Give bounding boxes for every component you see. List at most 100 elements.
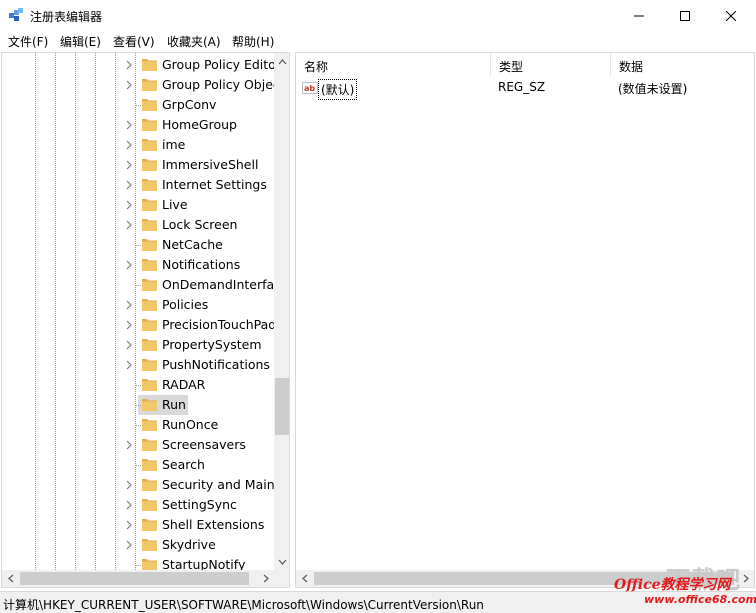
maximize-button[interactable] [662, 0, 708, 31]
minimize-button[interactable] [616, 0, 662, 31]
column-header-type[interactable]: 类型 [491, 53, 611, 77]
tree-item[interactable]: ImmersiveShell [2, 155, 274, 175]
tree-item[interactable]: Search [2, 455, 274, 475]
folder-icon [142, 459, 157, 471]
expand-chevron-icon[interactable] [124, 199, 134, 211]
menu-bar: 文件(F) 编辑(E) 查看(V) 收藏夹(A) 帮助(H) [0, 31, 756, 51]
tree-item[interactable]: Lock Screen [2, 215, 274, 235]
expand-chevron-icon[interactable] [124, 499, 134, 511]
expand-chevron-icon[interactable] [124, 539, 134, 551]
tree-item[interactable]: Security and Maintenance [2, 475, 274, 495]
expand-chevron-icon[interactable] [124, 479, 134, 491]
tree-item-label: ime [162, 137, 186, 152]
window-title: 注册表编辑器 [30, 10, 103, 24]
registry-values-pane[interactable]: 名称 类型 数据 ab (默认) REG_SZ (数值未设置) [295, 52, 755, 588]
tree-item-label: Screensavers [162, 437, 246, 452]
tree-vertical-scrollbar[interactable] [274, 53, 289, 570]
folder-icon [142, 159, 157, 171]
folder-icon [142, 59, 157, 71]
tree-item[interactable]: Shell Extensions [2, 515, 274, 535]
scroll-left-button[interactable] [2, 570, 19, 587]
tree-item[interactable]: HomeGroup [2, 115, 274, 135]
expand-chevron-icon[interactable] [124, 339, 134, 351]
tree-item-label: ImmersiveShell [162, 157, 259, 172]
tree-item-label: Policies [162, 297, 209, 312]
tree-item[interactable]: Group Policy Editor [2, 55, 274, 75]
tree-item[interactable]: Notifications [2, 255, 274, 275]
tree-item-label: PrecisionTouchPad [162, 317, 274, 332]
folder-icon [142, 519, 157, 531]
folder-icon [142, 499, 157, 511]
tree-item[interactable]: Internet Settings [2, 175, 274, 195]
tree-item[interactable]: RADAR [2, 375, 274, 395]
tree-horizontal-scroll-thumb[interactable] [20, 572, 249, 585]
registry-tree[interactable]: Group Policy Editor Group Policy Objects G… [2, 53, 274, 570]
watermark: 下载吧 Office教程学习网 www.office68.com [612, 560, 756, 610]
tree-item[interactable]: RunOnce [2, 415, 274, 435]
expand-chevron-icon[interactable] [124, 219, 134, 231]
tree-vertical-scroll-thumb[interactable] [275, 378, 289, 435]
tree-item-label: PushNotifications [162, 357, 270, 372]
scroll-left-button[interactable] [296, 570, 313, 587]
tree-item[interactable]: Skydrive [2, 535, 274, 555]
maximize-icon [680, 10, 690, 21]
tree-item-label: Security and Maintenance [162, 477, 274, 492]
tree-item[interactable]: GrpConv [2, 95, 274, 115]
expand-chevron-icon[interactable] [124, 439, 134, 451]
tree-item[interactable]: NetCache [2, 235, 274, 255]
tree-item[interactable]: ime [2, 135, 274, 155]
menu-favorites[interactable]: 收藏夹(A) [165, 33, 223, 50]
tree-item[interactable]: PushNotifications [2, 355, 274, 375]
tree-item[interactable]: Screensavers [2, 435, 274, 455]
expand-chevron-icon[interactable] [124, 299, 134, 311]
folder-icon [142, 379, 157, 391]
registry-tree-pane[interactable]: Group Policy Editor Group Policy Objects G… [1, 52, 290, 588]
expand-chevron-icon[interactable] [124, 159, 134, 171]
tree-item[interactable]: Group Policy Objects [2, 75, 274, 95]
title-bar[interactable]: 注册表编辑器 [0, 0, 756, 31]
value-row[interactable]: ab (默认) REG_SZ (数值未设置) [296, 78, 754, 100]
folder-icon [142, 299, 157, 311]
folder-icon [142, 339, 157, 351]
tree-item[interactable]: Live [2, 195, 274, 215]
tree-item[interactable]: StartupNotify [2, 555, 274, 570]
expand-chevron-icon[interactable] [124, 519, 134, 531]
tree-item[interactable]: PropertySystem [2, 335, 274, 355]
minimize-icon [634, 15, 644, 16]
expand-chevron-icon[interactable] [124, 319, 134, 331]
expand-chevron-icon[interactable] [124, 259, 134, 271]
tree-item-label: Run [162, 397, 186, 412]
tree-item-label: Live [162, 197, 188, 212]
tree-item-label: Shell Extensions [162, 517, 265, 532]
menu-file[interactable]: 文件(F) [6, 33, 50, 50]
expand-chevron-icon[interactable] [124, 179, 134, 191]
expand-chevron-icon[interactable] [124, 59, 134, 71]
expand-chevron-icon[interactable] [124, 139, 134, 151]
chevron-up-icon [278, 58, 287, 64]
tree-item[interactable]: SettingSync [2, 495, 274, 515]
registry-editor-icon [9, 8, 23, 21]
scroll-up-button[interactable] [274, 53, 289, 70]
tree-item-label: Search [162, 457, 205, 472]
tree-item[interactable]: Policies [2, 295, 274, 315]
column-header-name[interactable]: 名称 [296, 53, 491, 77]
column-header-data[interactable]: 数据 [611, 53, 754, 77]
menu-edit[interactable]: 编辑(E) [58, 33, 103, 50]
scroll-down-button[interactable] [274, 553, 289, 570]
expand-chevron-icon[interactable] [124, 359, 134, 371]
scroll-right-button[interactable] [257, 570, 274, 587]
value-name[interactable]: (默认) [318, 79, 358, 100]
menu-view[interactable]: 查看(V) [111, 33, 157, 50]
registry-path: 计算机\HKEY_CURRENT_USER\SOFTWARE\Microsoft… [3, 598, 484, 612]
close-button[interactable] [708, 0, 754, 31]
tree-item[interactable]: PrecisionTouchPad [2, 315, 274, 335]
menu-help[interactable]: 帮助(H) [230, 33, 276, 50]
tree-item-label: HomeGroup [162, 117, 237, 132]
tree-horizontal-scrollbar[interactable] [2, 570, 274, 587]
expand-chevron-icon[interactable] [124, 119, 134, 131]
folder-icon [142, 479, 157, 491]
tree-item[interactable]: Run [2, 395, 274, 415]
tree-item[interactable]: OnDemandInterfaceCache [2, 275, 274, 295]
value-data: (数值未设置) [618, 82, 688, 96]
expand-chevron-icon[interactable] [124, 79, 134, 91]
